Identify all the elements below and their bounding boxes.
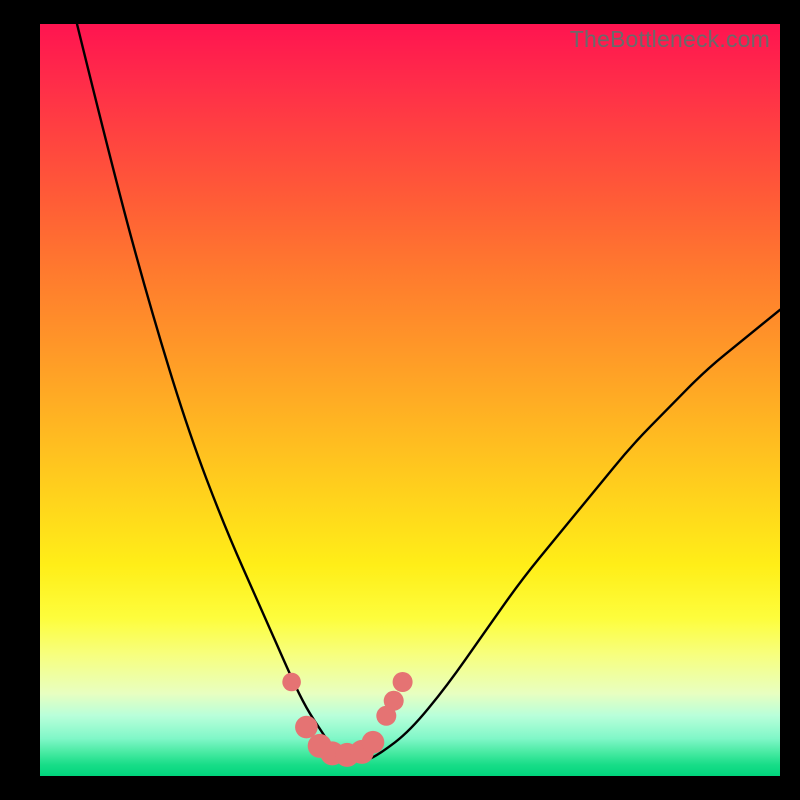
marker-dot [295,716,318,739]
bottleneck-curve-path [77,24,780,761]
marker-dot [282,673,301,692]
marker-dot [362,731,385,754]
marker-group [282,672,412,767]
marker-dot [384,691,404,711]
curve-layer [40,24,780,776]
plot-area: TheBottleneck.com [40,24,780,776]
marker-dot [393,672,413,692]
chart-frame: TheBottleneck.com [0,0,800,800]
